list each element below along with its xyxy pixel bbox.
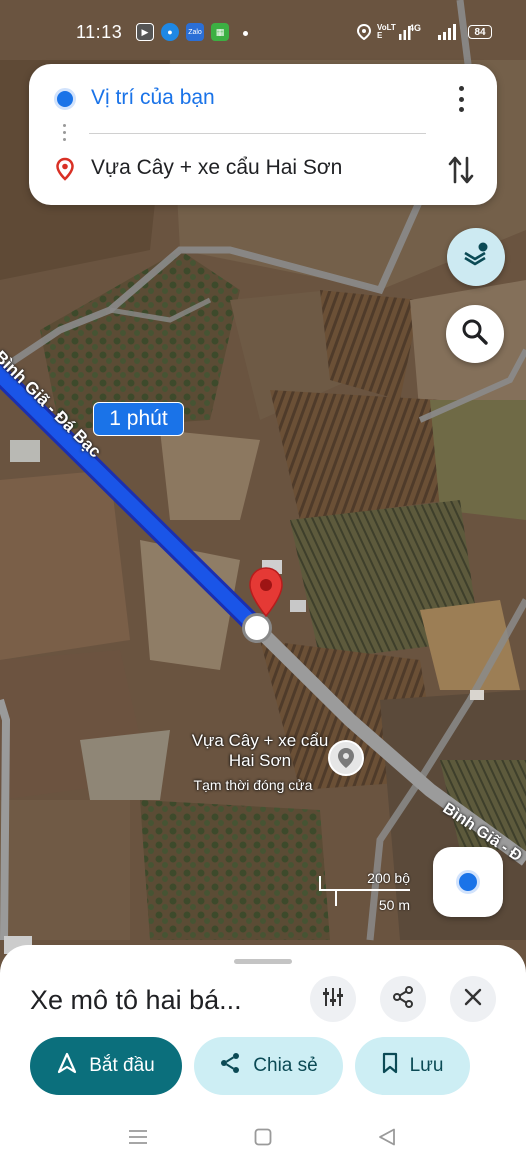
directions-card: Vị trí của bạn Vựa Cây + xe cẩu Hai Sơn — [29, 64, 497, 205]
route-time-badge[interactable]: 1 phút — [93, 402, 184, 436]
volte-badge: VoLTE — [377, 23, 396, 40]
save-button-label: Lưu — [409, 1055, 444, 1076]
location-status-icon — [356, 23, 372, 41]
status-bar: 11:13 ▶ ● Zalo ▦ VoLTE 4G 84 — [0, 0, 526, 60]
layers-button[interactable] — [447, 228, 505, 286]
origin-dot-icon — [54, 88, 76, 110]
share-button-label: Chia sẻ — [253, 1055, 318, 1076]
status-time: 11:13 — [76, 22, 123, 42]
share-route-button[interactable] — [380, 976, 426, 1022]
start-button-label: Bắt đầu — [89, 1055, 155, 1076]
close-icon — [464, 988, 482, 1011]
my-location-icon — [456, 870, 480, 894]
divider — [89, 133, 426, 134]
share-button[interactable]: Chia sẻ — [194, 1037, 343, 1095]
swap-vert-icon[interactable] — [447, 154, 475, 191]
bookmark-icon — [382, 1052, 398, 1080]
signal-2-icon — [438, 24, 460, 45]
system-navigation-bar — [0, 1110, 526, 1169]
share-icon — [219, 1052, 241, 1080]
route-connector — [63, 124, 66, 141]
route-options-button[interactable] — [310, 976, 356, 1022]
close-button[interactable] — [450, 976, 496, 1022]
place-status-label: Tạm thời đóng cửa — [193, 777, 313, 793]
tune-icon — [322, 986, 344, 1013]
battery-indicator: 84 — [468, 25, 492, 39]
4g-badge: 4G — [409, 23, 422, 33]
more-notifications-dot — [243, 31, 248, 36]
map-scale: 200 bộ 50 m — [318, 870, 414, 914]
sheet-title: Xe mô tô hai bá... — [30, 985, 242, 1015]
destination-pin-icon[interactable] — [248, 566, 284, 625]
home-icon[interactable] — [254, 1128, 272, 1151]
origin-field[interactable]: Vị trí của bạn — [91, 86, 215, 110]
youtube-notification-icon: ▶ — [136, 23, 154, 41]
app-notification-icon: ▦ — [211, 23, 229, 41]
navigation-icon — [57, 1052, 77, 1080]
zalo-notification-icon: Zalo — [186, 23, 204, 41]
destination-pin-outline-icon — [55, 157, 75, 186]
destination-field[interactable]: Vựa Cây + xe cẩu Hai Sơn — [91, 156, 342, 180]
scale-meters-label: 50 m — [378, 897, 410, 913]
search-icon — [461, 318, 489, 351]
sheet-drag-handle[interactable] — [234, 959, 292, 964]
place-name-label[interactable]: Vựa Cây + xe cẩu Hai Sơn — [184, 731, 336, 771]
back-icon[interactable] — [378, 1128, 396, 1151]
recents-icon[interactable] — [128, 1129, 148, 1150]
my-location-button[interactable] — [433, 847, 503, 917]
search-button[interactable] — [446, 305, 504, 363]
bottom-sheet: Xe mô tô hai bá... Bắt đầu Chia sẻ Lưu — [0, 945, 526, 1169]
messenger-notification-icon: ● — [161, 23, 179, 41]
start-button[interactable]: Bắt đầu — [30, 1037, 182, 1095]
share-icon — [392, 985, 414, 1013]
save-button[interactable]: Lưu — [355, 1037, 470, 1095]
more-vert-icon[interactable] — [453, 86, 469, 112]
layers-icon — [461, 240, 491, 275]
scale-feet-label: 200 bộ — [367, 870, 410, 886]
